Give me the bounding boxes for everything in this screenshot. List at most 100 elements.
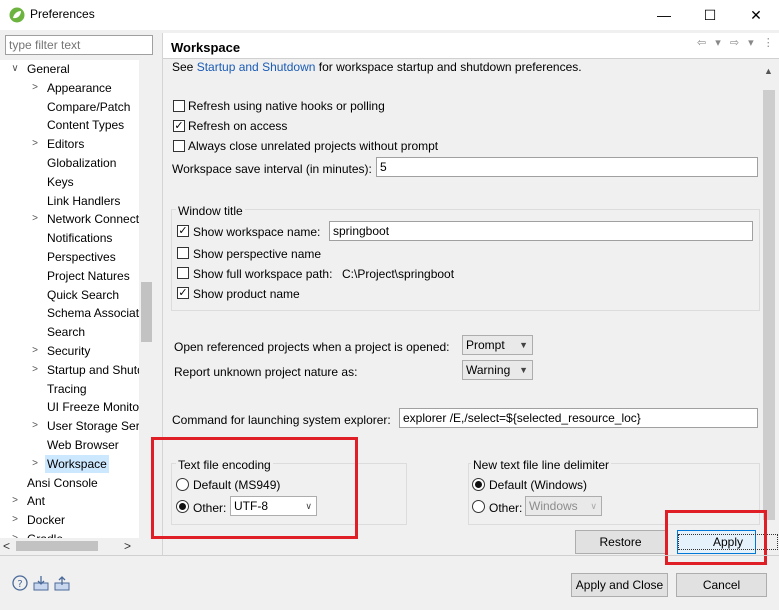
restore-defaults-button[interactable]: Restore Defaults — [575, 530, 666, 554]
tree-item[interactable]: Globalization — [0, 154, 139, 172]
chevron-right-icon[interactable]: > — [30, 210, 40, 228]
tree-item[interactable]: Compare/Patch — [0, 98, 139, 116]
tree-item[interactable]: Perspectives — [0, 248, 139, 266]
tree-item[interactable]: > Gradle — [0, 530, 139, 538]
chevron-right-icon[interactable]: > — [30, 135, 40, 153]
tree-item[interactable]: Notifications — [0, 229, 139, 247]
tree-item[interactable]: > User Storage Serv — [0, 417, 146, 435]
preference-tree: ∨ General > Appearance Compare/Patch Content … — [0, 60, 154, 538]
save-interval-label: Workspace save interval (in minutes): — [172, 162, 372, 176]
tree-item-label: Appearance — [47, 80, 112, 95]
open-referenced-value: Prompt — [466, 338, 505, 352]
always-close-checkbox[interactable] — [173, 140, 185, 152]
tree-horizontal-scroll-thumb[interactable] — [16, 541, 98, 551]
tree-item[interactable]: > Ant — [0, 492, 139, 510]
chevron-right-icon[interactable]: > — [10, 492, 20, 510]
chevron-right-icon[interactable]: > — [30, 417, 40, 435]
chevron-right-icon[interactable]: > — [10, 530, 20, 538]
tree-item-label: Gradle — [25, 530, 65, 538]
tree-item[interactable]: Link Handlers — [0, 192, 139, 210]
chevron-down-icon[interactable]: ∨ — [10, 60, 20, 78]
tree-item[interactable]: > Appearance — [0, 79, 139, 97]
delimiter-other-radio[interactable] — [472, 500, 485, 513]
footer-separator — [0, 555, 779, 556]
tree-item[interactable]: Quick Search — [0, 286, 139, 304]
delimiter-other-value: Windows — [529, 499, 578, 513]
tree-item[interactable]: Keys — [0, 173, 139, 191]
tree-item-label: Ansi Console — [27, 475, 98, 490]
delimiter-default-radio[interactable] — [472, 478, 485, 491]
tree-item-label: Startup and Shutd — [47, 362, 144, 377]
line-delimiter-group-label: New text file line delimiter — [471, 458, 612, 472]
chevron-right-icon[interactable]: > — [10, 511, 20, 529]
filter-input[interactable] — [5, 35, 153, 55]
scroll-right-icon[interactable]: > — [124, 539, 131, 553]
import-icon[interactable] — [33, 575, 49, 591]
cancel-button[interactable]: Cancel — [676, 573, 767, 597]
tree-item-label: Editors — [47, 137, 85, 152]
tree-item[interactable]: > Network Connecti — [0, 210, 142, 228]
close-button[interactable]: ✕ — [733, 0, 779, 30]
history-nav-icons[interactable]: ⇦ ▾ ⇨ ▾ ⋮ — [697, 36, 777, 49]
tree-item-label: UI Freeze Monitor — [47, 400, 144, 415]
tree-item-label: Web Browser — [47, 438, 119, 452]
explorer-command-field[interactable]: explorer /E,/select=${selected_resource_… — [399, 408, 758, 428]
report-unknown-combo[interactable]: Warning ▼ — [462, 360, 533, 380]
workspace-name-field[interactable]: springboot — [329, 221, 753, 241]
delimiter-other-label: Other: — [489, 501, 523, 515]
tree-item-label: Globalization — [47, 156, 117, 170]
tree-item[interactable]: > Workspace — [0, 454, 139, 473]
chevron-right-icon[interactable]: > — [30, 79, 40, 97]
tree-item-label: Perspectives — [47, 250, 116, 264]
help-icon[interactable]: ? — [12, 575, 28, 591]
tree-item-label: Ant — [27, 494, 46, 509]
tree-item-label: Quick Search — [47, 287, 120, 302]
chevron-right-icon[interactable]: > — [30, 361, 40, 379]
startup-shutdown-link[interactable]: Startup and Shutdown — [197, 60, 316, 74]
tree-item-label: Workspace — [45, 454, 109, 473]
chevron-down-icon: ▼ — [519, 340, 528, 350]
chevron-right-icon[interactable]: > — [30, 455, 40, 473]
tree-item-label: Docker — [27, 513, 66, 528]
tree-item[interactable]: > Docker — [0, 511, 139, 529]
show-full-path-checkbox[interactable] — [177, 267, 189, 279]
tree-item-label: Content Types — [47, 118, 125, 133]
refresh-access-checkbox[interactable]: ✓ — [173, 120, 185, 132]
tree-item[interactable]: Schema Associati — [0, 304, 142, 322]
tree-item-label: Compare/Patch — [47, 99, 131, 114]
tree-item[interactable]: Search — [0, 323, 139, 341]
tree-item[interactable]: Content Types — [0, 116, 139, 134]
tree-item[interactable]: ∨ General — [0, 60, 139, 78]
tree-item-label: Project Natures — [47, 268, 130, 283]
show-product-name-checkbox[interactable]: ✓ — [177, 287, 189, 299]
save-interval-field[interactable]: 5 — [376, 157, 758, 177]
tree-item[interactable]: > Security — [0, 342, 139, 360]
minimize-button[interactable]: — — [641, 0, 687, 30]
tree-item[interactable]: Ansi Console — [0, 474, 139, 492]
refresh-native-label: Refresh using native hooks or polling — [188, 99, 385, 113]
tree-item-label: Schema Associati — [47, 306, 142, 321]
show-workspace-name-checkbox[interactable]: ✓ — [177, 225, 189, 237]
maximize-button[interactable]: ☐ — [687, 0, 733, 30]
tree-item[interactable]: UI Freeze Monitor — [0, 398, 143, 416]
tree-item[interactable]: > Startup and Shutd — [0, 361, 144, 379]
chevron-right-icon[interactable]: > — [30, 342, 40, 360]
tree-item[interactable]: Web Browser — [0, 436, 139, 454]
delimiter-default-label: Default (Windows) — [489, 478, 588, 492]
open-referenced-combo[interactable]: Prompt ▼ — [462, 335, 533, 355]
page-vertical-scroll-thumb[interactable] — [763, 90, 775, 520]
tree-item-label: Tracing — [47, 381, 87, 396]
show-perspective-name-checkbox[interactable] — [177, 247, 189, 259]
export-icon[interactable] — [54, 575, 70, 591]
tree-vertical-scroll-thumb[interactable] — [141, 282, 152, 342]
tree-item[interactable]: Project Natures — [0, 267, 139, 285]
always-close-label: Always close unrelated projects without … — [188, 139, 439, 153]
report-unknown-value: Warning — [466, 363, 511, 377]
scroll-left-icon[interactable]: < — [3, 539, 10, 553]
refresh-native-checkbox[interactable] — [173, 100, 185, 112]
apply-and-close-button[interactable]: Apply and Close — [571, 573, 668, 597]
tree-item[interactable]: > Editors — [0, 135, 139, 153]
scroll-up-icon[interactable]: ▲ — [764, 66, 773, 76]
tree-item[interactable]: Tracing — [0, 380, 139, 398]
intro-text: See Startup and Shutdown for workspace s… — [172, 60, 582, 74]
